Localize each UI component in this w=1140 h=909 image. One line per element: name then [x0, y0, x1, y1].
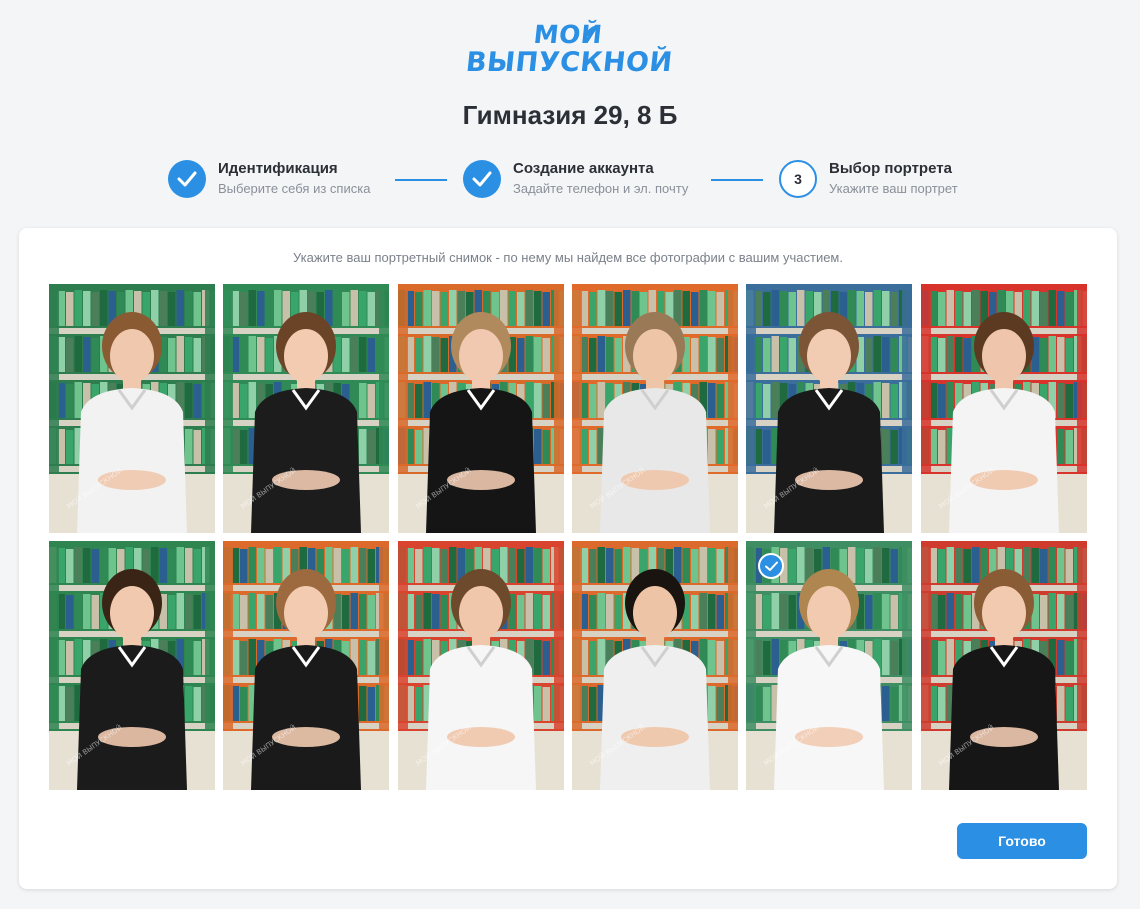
portrait-photo[interactable]: МОЙ ВЫПУСКНОЙ	[921, 541, 1087, 790]
logo-line-2: ВЫПУСКНОЙ	[464, 47, 675, 78]
portrait-photo[interactable]: МОЙ ВЫПУСКНОЙ	[398, 284, 564, 533]
portrait-photo[interactable]: МОЙ ВЫПУСКНОЙ	[572, 284, 738, 533]
portrait-photo[interactable]: МОЙ ВЫПУСКНОЙ	[223, 284, 389, 533]
portrait-selection-card: Укажите ваш портретный снимок - по нему …	[19, 228, 1117, 889]
check-icon	[472, 171, 492, 187]
logo-line-1: МОЙ	[532, 20, 604, 49]
step-connector	[395, 179, 447, 181]
logo-star-icon	[584, 25, 598, 36]
done-button[interactable]: Готово	[957, 823, 1087, 859]
logo: МОЙ ВЫПУСКНОЙ	[464, 20, 675, 78]
step-title: Идентификация	[218, 160, 338, 177]
portrait-photo[interactable]: МОЙ ВЫПУСКНОЙ	[49, 284, 215, 533]
instruction-text: Укажите ваш портретный снимок - по нему …	[293, 250, 843, 265]
check-icon	[177, 171, 197, 187]
step-title: Создание аккаунта	[513, 160, 654, 177]
portrait-photo[interactable]: МОЙ ВЫПУСКНОЙ	[572, 541, 738, 790]
portrait-photo[interactable]: МОЙ ВЫПУСКНОЙ	[921, 284, 1087, 533]
portrait-photo[interactable]: МОЙ ВЫПУСКНОЙ	[223, 541, 389, 790]
step-subtitle: Выберите себя из списка	[218, 181, 371, 196]
step-subtitle: Укажите ваш портрет	[829, 181, 958, 196]
stepper: Идентификация Выберите себя из списка Со…	[0, 158, 1140, 204]
step-done-indicator	[463, 160, 501, 198]
check-icon	[765, 561, 778, 571]
step-done-indicator	[168, 160, 206, 198]
step-subtitle: Задайте телефон и эл. почту	[513, 181, 689, 196]
portrait-photo[interactable]: МОЙ ВЫПУСКНОЙ	[49, 541, 215, 790]
selected-badge	[758, 553, 784, 579]
portrait-photo[interactable]: МОЙ ВЫПУСКНОЙ	[398, 541, 564, 790]
portrait-photo[interactable]: МОЙ ВЫПУСКНОЙ	[746, 541, 912, 790]
step-connector	[711, 179, 763, 181]
page-title: Гимназия 29, 8 Б	[462, 100, 678, 130]
portrait-photo[interactable]: МОЙ ВЫПУСКНОЙ	[746, 284, 912, 533]
step-title: Выбор портрета	[829, 160, 952, 177]
step-number-indicator: 3	[779, 160, 817, 198]
